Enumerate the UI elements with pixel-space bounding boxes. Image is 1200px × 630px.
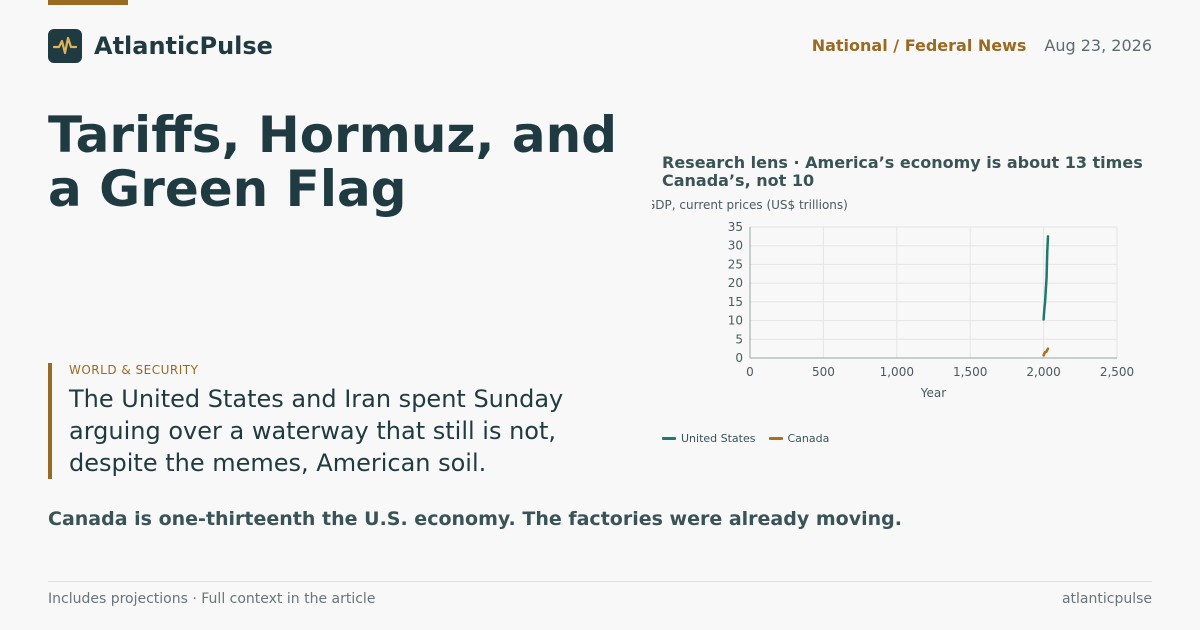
legend-label: United States — [681, 432, 756, 445]
y-tick-label: 15 — [728, 295, 743, 309]
chart-subtitle: GDP, current prices (US$ trillions) — [652, 198, 848, 212]
legend-item: United States — [662, 432, 756, 445]
chart-plot: 0 500 1,000 1,500 2,000 2,500 0 5 10 15 20 25 30 35 Ye… — [728, 220, 1134, 400]
footer-note: Includes projections · Full context in t… — [48, 591, 376, 607]
x-tick-label: 0 — [746, 365, 754, 379]
footer-divider — [48, 581, 1152, 582]
x-tick-label: 2,500 — [1100, 365, 1134, 379]
top-accent-bar — [48, 0, 128, 5]
legend-label: Canada — [787, 432, 830, 445]
y-tick-label: 25 — [728, 257, 743, 271]
pulse-icon — [48, 29, 82, 63]
y-tick-label: 0 — [735, 351, 743, 365]
y-tick-label: 10 — [728, 314, 743, 328]
series-line-united-states — [1042, 235, 1050, 321]
series-line-canada — [1042, 347, 1050, 357]
chart-subtitle-clip: GDP, current prices (US$ trillions) — [652, 198, 1152, 212]
legend-swatch — [768, 437, 783, 440]
standfirst: Canada is one-thirteenth the U.S. econom… — [48, 508, 902, 530]
x-tick-label: 2,000 — [1026, 365, 1060, 379]
y-tick-label: 5 — [735, 332, 743, 346]
publish-date: Aug 23, 2026 — [1044, 36, 1152, 55]
y-tick-label: 30 — [728, 239, 743, 253]
headline: Tariffs, Hormuz, and a Green Flag — [48, 106, 618, 218]
x-tick-label: 1,500 — [953, 365, 987, 379]
chart: Research lens · America’s economy is abo… — [652, 153, 1152, 454]
section-link[interactable]: National / Federal News — [812, 36, 1027, 55]
chart-legend: United States Canada — [662, 432, 842, 445]
chart-title: Research lens · America’s economy is abo… — [662, 153, 1143, 190]
brand-name: AtlanticPulse — [94, 32, 273, 60]
x-tick-label: 500 — [812, 365, 835, 379]
x-tick-label: 1,000 — [880, 365, 914, 379]
x-axis-label: Year — [920, 386, 946, 400]
footer-site[interactable]: atlanticpulse — [1062, 591, 1152, 607]
y-tick-label: 35 — [728, 220, 743, 234]
dek-block: WORLD & SECURITY The United States and I… — [48, 363, 608, 479]
y-tick-label: 20 — [728, 276, 743, 290]
legend-swatch — [662, 437, 676, 440]
article-meta: National / Federal News Aug 23, 2026 — [812, 36, 1152, 55]
dek-text: The United States and Iran spent Sunday … — [69, 385, 564, 477]
brand[interactable]: AtlanticPulse — [48, 29, 273, 63]
kicker: WORLD & SECURITY — [69, 363, 199, 377]
legend-item: Canada — [768, 432, 830, 445]
